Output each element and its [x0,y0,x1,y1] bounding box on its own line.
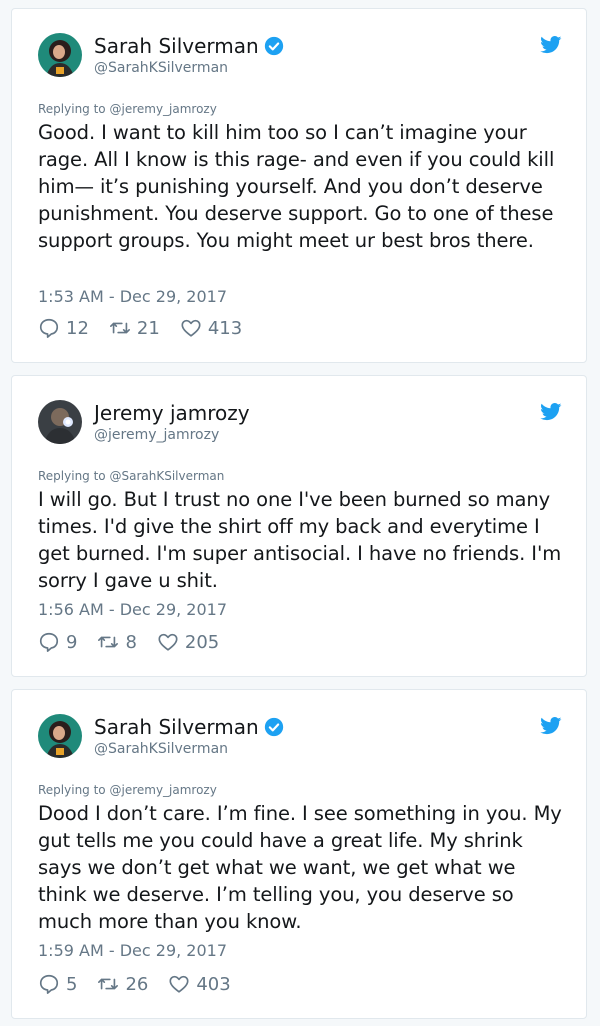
display-name[interactable]: Sarah Silverman [94,715,259,739]
tweet-actions: 5 26 403 [38,973,251,995]
tweet-timestamp[interactable]: 1:59 AM - Dec 29, 2017 [38,941,227,960]
tweet-timestamp[interactable]: 1:56 AM - Dec 29, 2017 [38,600,227,619]
reply-button[interactable]: 9 [38,631,77,653]
avatar[interactable] [38,714,82,758]
retweet-icon [109,322,130,334]
tweet-actions: 12 21 413 [38,317,262,339]
retweet-button[interactable]: 8 [97,631,137,653]
retweet-count: 8 [125,631,137,653]
reply-mention-link[interactable]: @jeremy_jamrozy [109,102,216,116]
reply-button[interactable]: 12 [38,317,89,339]
retweet-button[interactable]: 26 [97,973,148,995]
tweet-card[interactable]: Sarah Silverman @SarahKSilverman Replyin… [11,689,587,1019]
replying-to-label: Replying to [38,102,106,116]
reply-count: 5 [66,973,78,995]
like-button[interactable]: 413 [180,317,242,339]
tweet-actions: 9 8 205 [38,631,239,653]
reply-button[interactable]: 5 [38,973,77,995]
tweet-card[interactable]: Jeremy jamrozy @jeremy_jamrozy Replying … [11,375,587,677]
verified-badge-icon [264,717,283,737]
avatar[interactable] [38,400,82,444]
reply-mention-link[interactable]: @SarahKSilverman [109,469,224,483]
replying-to-label: Replying to [38,783,106,797]
like-count: 205 [184,631,220,653]
replying-to: Replying to @SarahKSilverman [38,469,224,483]
tweet-text: I will go. But I trust no one I've been … [38,488,562,592]
display-name[interactable]: Jeremy jamrozy [94,401,250,425]
like-button[interactable]: 205 [157,631,219,653]
reply-icon [39,318,59,338]
reply-count: 9 [66,631,78,653]
retweet-count: 21 [136,317,160,339]
avatar[interactable] [38,33,82,77]
twitter-bird-icon[interactable] [540,403,562,421]
twitter-bird-icon[interactable] [540,717,562,735]
user-handle[interactable]: @SarahKSilverman [94,741,228,757]
like-count: 403 [196,973,231,995]
retweet-icon [98,978,119,990]
replying-to: Replying to @jeremy_jamrozy [38,102,217,116]
verified-badge-icon [264,36,283,56]
retweet-button[interactable]: 21 [109,317,160,339]
tweet-card[interactable]: Sarah Silverman @SarahKSilverman Replyin… [11,8,587,363]
retweet-icon [98,636,119,648]
replying-to: Replying to @jeremy_jamrozy [38,783,217,797]
user-handle[interactable]: @SarahKSilverman [94,60,228,76]
retweet-count: 26 [125,973,149,995]
tweet-text: Dood I don’t care. I’m fine. I see somet… [38,802,562,933]
user-handle[interactable]: @jeremy_jamrozy [94,427,219,443]
reply-count: 12 [66,317,89,339]
like-count: 413 [207,317,243,339]
replying-to-label: Replying to [38,469,106,483]
heart-icon [169,975,189,993]
twitter-bird-icon[interactable] [540,36,562,54]
reply-icon [39,974,59,994]
heart-icon [158,633,178,651]
tweet-text: Good. I want to kill him too so I can’t … [38,121,555,252]
tweet-timestamp[interactable]: 1:53 AM - Dec 29, 2017 [38,287,227,306]
display-name[interactable]: Sarah Silverman [94,34,259,58]
reply-mention-link[interactable]: @jeremy_jamrozy [109,783,216,797]
reply-icon [39,632,59,652]
heart-icon [181,319,201,337]
like-button[interactable]: 403 [168,973,231,995]
